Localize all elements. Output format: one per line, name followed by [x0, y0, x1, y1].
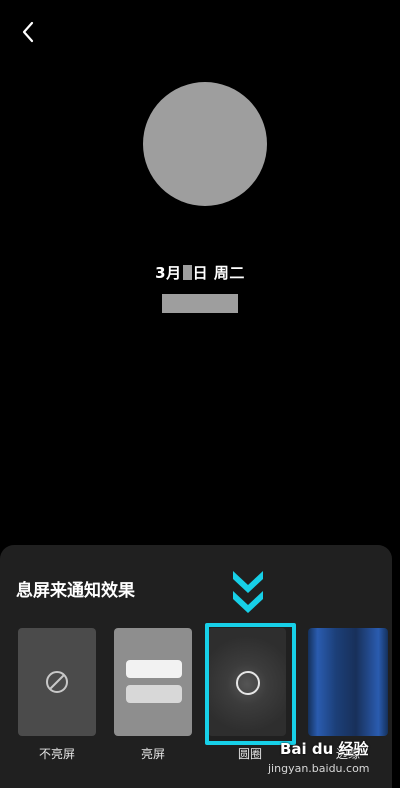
option-card-circle[interactable] [208, 628, 286, 736]
screen-on-bar [126, 660, 182, 678]
prohibited-icon [46, 671, 68, 693]
option-label-no-screen: 不亮屏 [38, 747, 75, 761]
circle-icon [236, 671, 260, 695]
chevron-left-icon [22, 21, 34, 43]
date-redaction [182, 265, 192, 280]
option-label-screen-on: 亮屏 [140, 747, 165, 761]
baidu-watermark: Bai du 经验 jingyan.baidu.com [262, 738, 396, 782]
clock-placeholder [143, 82, 267, 206]
date-suffix: 日 周二 [192, 264, 245, 282]
back-button[interactable] [14, 18, 42, 46]
date-label: 3月日 周二 [0, 262, 400, 283]
sheet-title: 息屏来通知效果 [16, 581, 135, 601]
redacted-text [162, 294, 238, 313]
option-card-no-screen[interactable] [18, 628, 96, 736]
watermark-url: jingyan.baidu.com [268, 762, 370, 775]
date-prefix: 3月 [155, 264, 182, 282]
option-card-edge[interactable] [308, 628, 388, 736]
option-card-screen-on[interactable] [114, 628, 192, 736]
screen-on-bar [126, 685, 182, 703]
watermark-logo: Bai du 经验 [280, 740, 369, 758]
double-chevron-down-icon [233, 571, 263, 613]
